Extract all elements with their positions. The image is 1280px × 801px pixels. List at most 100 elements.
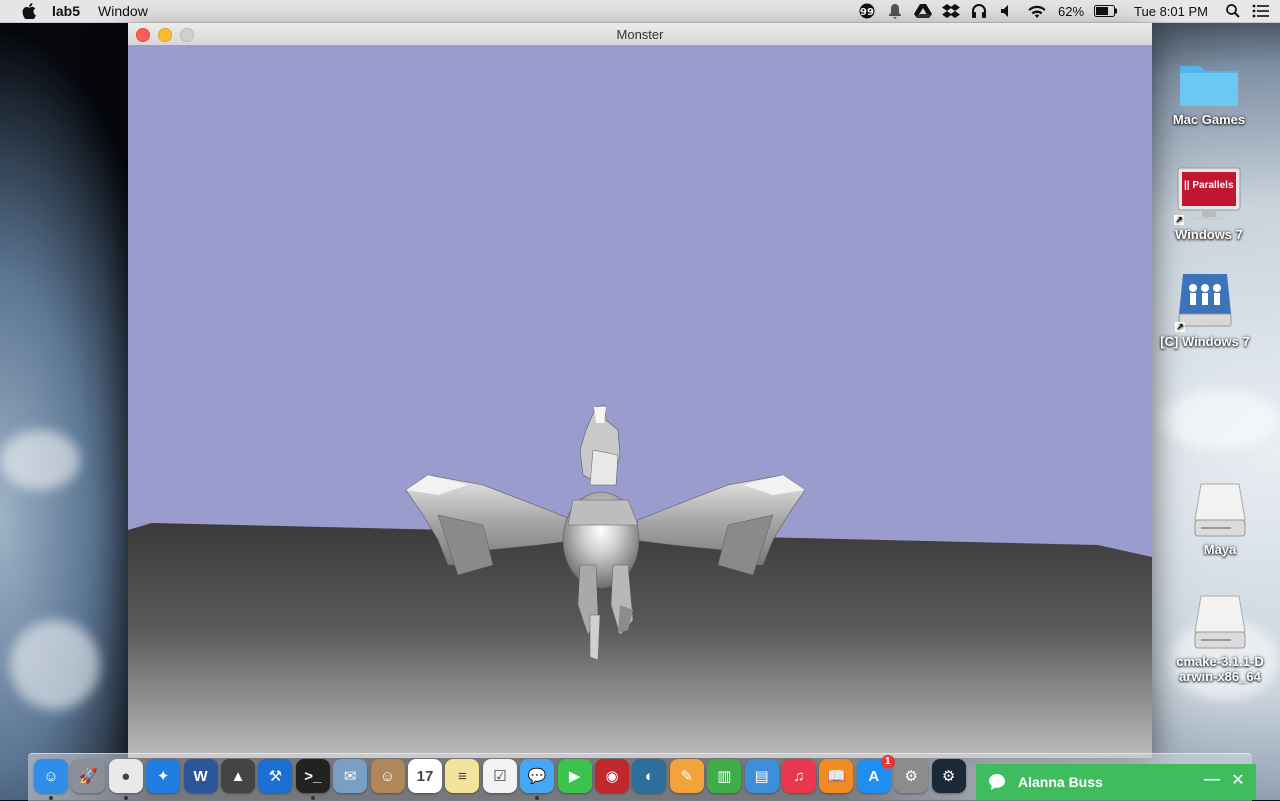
close-window-button[interactable] [136, 28, 150, 42]
desktop-icon-mac-games[interactable]: Mac Games [1154, 60, 1264, 127]
window-title: Monster [616, 26, 664, 42]
numbers-icon[interactable]: ▥ [707, 759, 742, 793]
volume-icon[interactable] [998, 3, 1016, 19]
iphoto-icon[interactable]: ◐ [632, 759, 667, 793]
dock-glyph: ♫ [793, 767, 805, 785]
close-notification-icon[interactable]: ✕ [1228, 770, 1248, 790]
dock-glyph: ● [121, 767, 131, 785]
menubar-clock[interactable]: Tue 8:01 PM [1134, 4, 1208, 19]
window-controls [136, 28, 194, 42]
desktop-icon-label: cmake-3.1.1-Darwin-x86_64 [1176, 654, 1264, 684]
messages-icon[interactable]: 💬 [520, 759, 555, 800]
preview-icon[interactable]: ✉ [333, 759, 368, 793]
running-indicator [49, 796, 53, 800]
desktop-icon-c-windows-7[interactable]: ↗ [C] Windows 7 [1150, 272, 1260, 349]
google-drive-icon[interactable] [914, 3, 933, 19]
desktop-icon-maya[interactable]: Maya [1165, 482, 1275, 557]
photo-booth-icon[interactable]: ◉ [595, 759, 629, 793]
dock-badge: 1 [880, 755, 895, 769]
dock-glyph: ◐ [644, 767, 654, 785]
app-name-menu[interactable]: lab5 [52, 3, 80, 19]
dock-glyph: ◉ [605, 768, 619, 785]
safari-icon[interactable]: ✦ [146, 759, 181, 793]
dock-glyph: ▲ [230, 767, 246, 785]
quotes-app-icon[interactable]: 99 [858, 3, 876, 19]
dock-glyph: 📖 [827, 768, 846, 785]
menu-bar: lab5 Window 99 62% Tue 8:01 PM [0, 0, 1280, 23]
chat-bubble-icon [986, 771, 1008, 793]
autodesk-icon[interactable]: ▲ [221, 759, 255, 793]
notification-center-icon[interactable] [1252, 3, 1270, 19]
dropbox-icon[interactable] [942, 3, 961, 19]
launchpad-icon[interactable]: 🚀 [71, 759, 106, 793]
dock-glyph: 💬 [527, 768, 547, 785]
wallpaper-cloud [10, 620, 100, 710]
wallpaper-cloud [1160, 390, 1280, 450]
headphones-icon[interactable] [970, 3, 988, 19]
dock-glyph: 17 [416, 767, 434, 785]
folder-icon [1178, 60, 1240, 108]
calendar-icon[interactable]: 17 [408, 759, 442, 793]
running-indicator [310, 796, 315, 800]
reminders-icon[interactable]: ☑ [482, 759, 517, 793]
terminal-icon[interactable]: >_ [295, 759, 330, 800]
dock-glyph: ✦ [156, 768, 170, 785]
finder-icon[interactable]: ☺ [34, 759, 68, 800]
dock-glyph: ☺ [43, 767, 59, 785]
opengl-viewport[interactable] [128, 45, 1152, 758]
notification-contact-name: Alanna Buss [1018, 774, 1103, 790]
dock-glyph: 🚀 [79, 768, 98, 785]
desktop-icon-windows-7[interactable]: || Parallels ↗ Windows 7 [1154, 167, 1264, 242]
facetime-icon[interactable]: ▶ [557, 759, 592, 793]
desktop-icon-label: [C] Windows 7 [1160, 334, 1250, 349]
dock-glyph: ☑ [493, 768, 507, 785]
window-menu[interactable]: Window [98, 3, 148, 19]
network-drive-icon: ↗ [1175, 272, 1233, 332]
running-indicator [535, 796, 540, 800]
message-notification[interactable]: Alanna Buss — ✕ [976, 764, 1256, 800]
spotlight-search-icon[interactable] [1224, 3, 1242, 19]
battery-percentage: 62% [1058, 3, 1085, 19]
dock-glyph: ✉ [343, 768, 357, 785]
system-preferences-icon[interactable]: ⚙ [894, 759, 929, 793]
disk-icon [1193, 482, 1247, 538]
notification-bell-icon[interactable] [886, 3, 904, 19]
running-indicator [123, 796, 128, 800]
desktop-icon-label: Mac Games [1172, 112, 1246, 127]
desktop-icon-label: Windows 7 [1175, 227, 1243, 242]
dock-glyph: ☺ [379, 767, 396, 785]
zoom-window-button[interactable] [180, 28, 194, 42]
steam-icon[interactable]: ⚙ [931, 759, 966, 793]
dock-glyph: A [868, 767, 880, 785]
dock-glyph: ⚙ [904, 768, 918, 785]
dock-glyph: W [193, 767, 208, 785]
dock-glyph: ✎ [680, 768, 694, 785]
parallels-vm-icon: || Parallels ↗ [1174, 167, 1242, 225]
dock-glyph: >_ [304, 767, 322, 785]
xcode-icon[interactable]: ⚒ [258, 759, 293, 793]
battery-icon[interactable] [1094, 3, 1118, 19]
contacts-icon[interactable]: ☺ [370, 759, 405, 793]
chrome-icon[interactable]: ● [108, 759, 143, 800]
dock-glyph: ▤ [754, 768, 769, 785]
app-store-icon[interactable]: A1 [856, 755, 895, 793]
keynote-icon[interactable]: ▤ [744, 759, 779, 793]
wifi-icon[interactable] [1026, 3, 1048, 19]
ibooks-icon[interactable]: 📖 [819, 759, 854, 793]
floor-plane [128, 523, 1152, 758]
word-icon[interactable]: W [183, 759, 218, 793]
monster-window: Monster [128, 23, 1152, 758]
dock-glyph: ⚙ [941, 768, 956, 785]
3d-scene [128, 404, 1152, 758]
pages-icon[interactable]: ✎ [669, 759, 704, 793]
minimize-notification-icon[interactable]: — [1202, 770, 1222, 790]
minimize-window-button[interactable] [158, 28, 172, 42]
window-titlebar[interactable]: Monster [128, 23, 1152, 46]
dock-glyph: ▥ [717, 768, 732, 785]
parallels-logo-text: || Parallels [1184, 180, 1234, 191]
notes-icon[interactable]: ≡ [445, 759, 480, 793]
desktop-icon-cmake[interactable]: cmake-3.1.1-Darwin-x86_64 [1165, 594, 1275, 684]
apple-menu-icon[interactable] [20, 2, 38, 20]
alias-arrow-icon: ↗ [1174, 215, 1184, 225]
itunes-icon[interactable]: ♫ [782, 759, 816, 793]
